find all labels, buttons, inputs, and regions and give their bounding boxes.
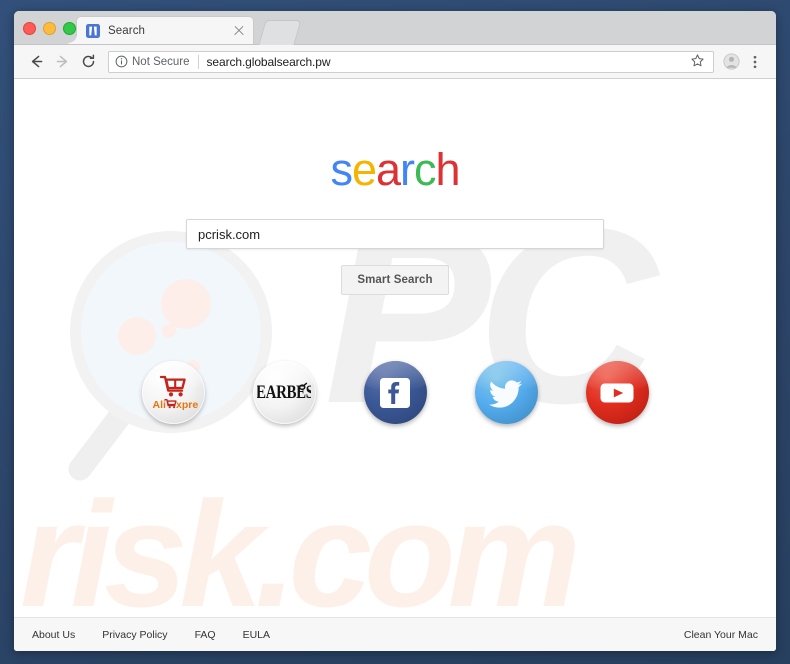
url-text: search.globalsearch.pw: [206, 54, 331, 69]
search-input[interactable]: [187, 220, 603, 248]
browser-window: Search Not Secure search.globalsearch.pw…: [14, 11, 776, 651]
youtube-icon: [600, 383, 634, 402]
logo-letter-r: r: [400, 144, 415, 195]
twitter-icon: [488, 379, 523, 408]
shortcut-twitter[interactable]: [474, 361, 538, 424]
shortcut-facebook[interactable]: [363, 361, 427, 424]
new-tab-button[interactable]: [258, 20, 302, 45]
page-viewport: PC risk.com search Smart Search: [14, 79, 776, 651]
footer-link-privacy-policy[interactable]: Privacy Policy: [102, 629, 167, 641]
shortcut-gearbest[interactable]: GEARBEST: [252, 361, 316, 424]
logo-letter-h: h: [435, 144, 461, 195]
browser-tab[interactable]: Search: [68, 16, 254, 44]
logo-letter-e: e: [351, 144, 377, 195]
browser-menu-icon[interactable]: [743, 50, 767, 74]
profile-avatar-icon[interactable]: [719, 50, 743, 74]
footer-link-clean-your-mac[interactable]: Clean Your Mac: [684, 629, 758, 641]
tab-strip: Search: [14, 11, 776, 45]
search-box[interactable]: [186, 219, 604, 249]
footer-link-faq[interactable]: FAQ: [195, 629, 216, 641]
svg-text:xpress: xpress: [176, 399, 198, 411]
close-tab-icon[interactable]: [232, 24, 246, 38]
footer-link-eula[interactable]: EULA: [243, 629, 270, 641]
logo-letter-a: a: [375, 144, 401, 195]
search-logo: search: [14, 147, 776, 192]
forward-button[interactable]: [49, 49, 75, 75]
page-footer: About Us Privacy Policy FAQ EULA Clean Y…: [14, 617, 776, 651]
logo-letter-s: s: [330, 144, 352, 195]
not-secure-info-icon[interactable]: [115, 55, 128, 68]
bookmark-star-icon[interactable]: [690, 53, 708, 71]
browser-toolbar: Not Secure search.globalsearch.pw: [14, 45, 776, 79]
omnibox-divider: [197, 54, 199, 69]
risk-watermark-text: risk.com: [20, 470, 581, 638]
reload-button[interactable]: [75, 49, 101, 75]
address-bar[interactable]: Not Secure search.globalsearch.pw: [108, 50, 714, 73]
svg-text:Ali: Ali: [153, 399, 167, 411]
page-content: search Smart Search: [14, 79, 776, 424]
facebook-icon: [380, 377, 410, 408]
back-button[interactable]: [23, 49, 49, 75]
logo-letter-c: c: [414, 144, 436, 195]
minimize-window-button[interactable]: [43, 22, 56, 35]
gearbest-icon: GEARBEST: [257, 381, 311, 402]
footer-link-about-us[interactable]: About Us: [32, 629, 75, 641]
search-globalsearch-favicon-icon: [86, 23, 100, 38]
shortcut-row: Ali xpress GEA: [14, 361, 776, 424]
tab-title: Search: [108, 24, 146, 37]
aliexpress-icon: Ali xpress: [153, 375, 198, 411]
smart-search-button[interactable]: Smart Search: [341, 265, 449, 295]
shortcut-youtube[interactable]: [585, 361, 649, 424]
desktop-background: Search Not Secure search.globalsearch.pw…: [0, 0, 790, 664]
close-window-button[interactable]: [23, 22, 36, 35]
security-status-text: Not Secure: [132, 55, 190, 68]
shortcut-aliexpress[interactable]: Ali xpress: [141, 361, 205, 424]
